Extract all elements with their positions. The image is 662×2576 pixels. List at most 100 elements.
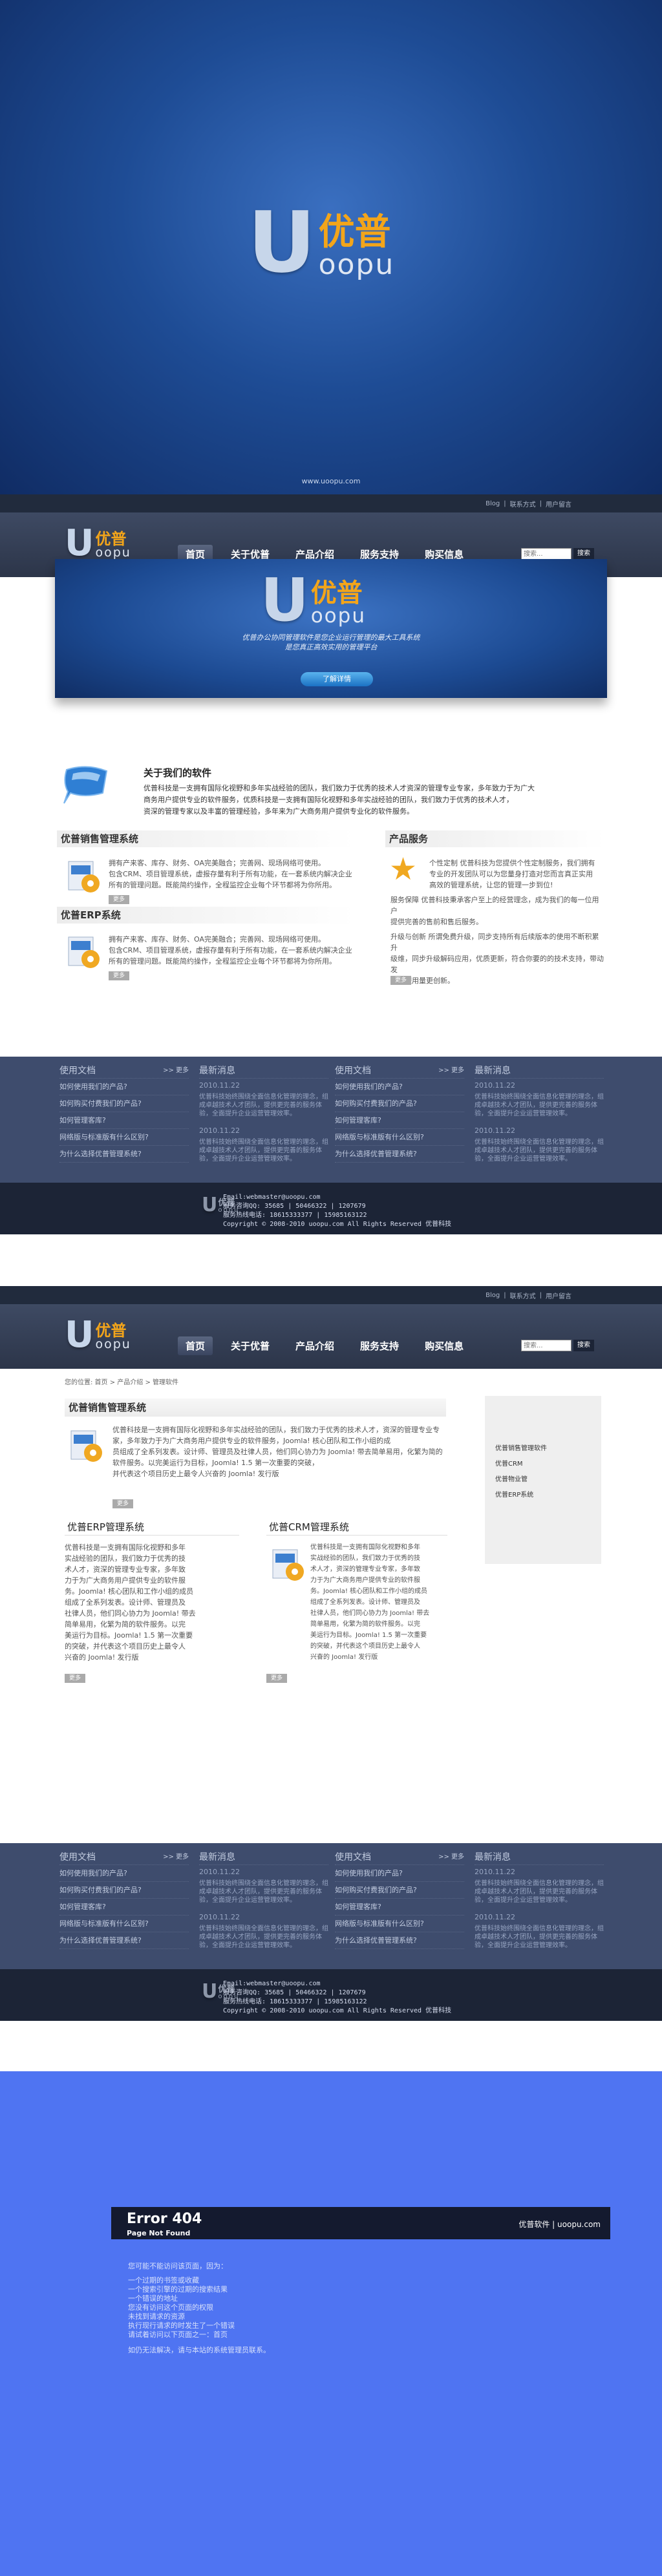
- product-more-button[interactable]: 更多: [112, 1499, 134, 1508]
- footer-doc-link[interactable]: 如何使用我们的产品?: [335, 1865, 464, 1882]
- footer-docs-column: 使用文档 >> 更多 如何使用我们的产品? 如何购买付费我们的产品? 如何管理客库…: [335, 1063, 464, 1163]
- footer-doc-link[interactable]: 如何管理客库?: [59, 1899, 189, 1916]
- topbar-link-guestbook[interactable]: 用户留言: [546, 499, 571, 509]
- sidebar-item-sales[interactable]: 优普销售管理软件: [485, 1441, 601, 1457]
- footer-docs-more-link[interactable]: >> 更多: [438, 1850, 464, 1864]
- sidebar-item-property[interactable]: 优普物业管: [485, 1472, 601, 1488]
- topbar-separator: |: [504, 500, 506, 507]
- error-site-link[interactable]: 优普软件 | uoopu.com: [518, 2219, 601, 2230]
- sidebar-item-crm[interactable]: 优普CRM: [485, 1457, 601, 1472]
- search-input[interactable]: [521, 548, 571, 560]
- topbar-separator: |: [539, 1291, 542, 1299]
- copyright-text: Email:webmaster@uoopu.com 服务咨询QQ: 35685 …: [223, 1193, 451, 1229]
- footer-doc-link[interactable]: 为什么选择优普管理系统?: [335, 1932, 464, 1949]
- news-date: 2010.11.22: [475, 1081, 515, 1090]
- topbar-link-contact[interactable]: 联系方式: [510, 1291, 536, 1300]
- footer-docs-more-link[interactable]: >> 更多: [438, 1063, 464, 1078]
- footer-doc-link[interactable]: 网络版与标准版有什么区别?: [335, 1916, 464, 1932]
- crm-line: 术人才，资深的管理专业专家，多年致: [310, 1566, 420, 1573]
- copyright-email[interactable]: Email:webmaster@uoopu.com: [223, 1193, 451, 1202]
- footer-doc-link[interactable]: 如何管理客库?: [59, 1112, 189, 1129]
- topbar-separator: |: [504, 1291, 506, 1299]
- service-more-button[interactable]: 更多: [390, 976, 412, 985]
- nav-products[interactable]: 产品介绍: [288, 1336, 342, 1355]
- footer-docs-more-link[interactable]: >> 更多: [163, 1850, 189, 1864]
- breadcrumb[interactable]: 您的位置: 首页 > 产品介绍 > 管理软件: [65, 1377, 178, 1386]
- footer-doc-link[interactable]: 如何管理客库?: [335, 1899, 464, 1916]
- footer-doc-link[interactable]: 如何购买付费我们的产品?: [335, 1882, 464, 1899]
- footer-doc-link[interactable]: 如何使用我们的产品?: [59, 1865, 189, 1882]
- news-text[interactable]: 优普科技始终围绕全面信息化管理的理念，组成卓越技术人才团队，提供更完善的服务体验…: [475, 1879, 604, 1905]
- footer-doc-link[interactable]: 如何管理客库?: [335, 1112, 464, 1129]
- erp-line: 包含CRM、项目管理系统，虚报存量有利于所有功能，在一套系统内解决企业: [109, 946, 352, 955]
- sidebar-item-erp[interactable]: 优普ERP系统: [485, 1488, 601, 1503]
- crm-more-button[interactable]: 更多: [266, 1674, 288, 1683]
- nav-home[interactable]: 首页: [178, 1336, 213, 1355]
- copyright-email[interactable]: Email:webmaster@uoopu.com: [223, 1980, 451, 1989]
- footer: 使用文档 >> 更多 如何使用我们的产品? 如何购买付费我们的产品? 如何管理客库…: [0, 1057, 662, 1183]
- error-reason: 您没有访问这个页面的权限: [128, 2303, 213, 2312]
- topbar-link-blog[interactable]: Blog: [486, 500, 500, 507]
- footer-doc-link[interactable]: 网络版与标准版有什么区别?: [335, 1129, 464, 1146]
- erp-more-button[interactable]: 更多: [109, 971, 130, 980]
- nav-about[interactable]: 关于优普: [223, 1336, 277, 1355]
- news-text[interactable]: 优普科技始终围绕全面信息化管理的理念，组成卓越技术人才团队，提供更完善的服务体验…: [475, 1925, 604, 1950]
- sales-more-button[interactable]: 更多: [109, 895, 130, 904]
- footer-doc-link[interactable]: 如何购买付费我们的产品?: [59, 1095, 189, 1112]
- about-text: 优普科技是一支拥有国际化视野和多年实战经验的团队，我们致力于优秀的技术人才资深的…: [144, 783, 583, 818]
- splash-url[interactable]: www.uoopu.com: [0, 477, 662, 485]
- footer-doc-link[interactable]: 如何购买付费我们的产品?: [59, 1882, 189, 1899]
- news-text[interactable]: 优普科技始终围绕全面信息化管理的理念，组成卓越技术人才团队，提供更完善的服务体验…: [199, 1138, 328, 1163]
- product-intro-line: 优普科技是一支拥有国际化视野和多年实战经验的团队，我们致力于优秀的技术人才，资深…: [112, 1426, 440, 1445]
- footer-doc-link[interactable]: 为什么选择优普管理系统?: [59, 1932, 189, 1949]
- erp-more-button[interactable]: 更多: [65, 1674, 86, 1683]
- copyright-phone: 服务咨询QQ: 35685 | 50466322 | 1207679: [223, 1989, 366, 1996]
- header-logo[interactable]: U 优普 oopu: [65, 525, 131, 562]
- footer-doc-link[interactable]: 网络版与标准版有什么区别?: [59, 1916, 189, 1932]
- news-text[interactable]: 优普科技始终围绕全面信息化管理的理念，组成卓越技术人才团队，提供更完善的服务体验…: [475, 1138, 604, 1163]
- footer-docs-column: 使用文档 >> 更多 如何使用我们的产品? 如何购买付费我们的产品? 如何管理客库…: [59, 1850, 189, 1949]
- service-text: 个性定制 优普科技为您提供个性定制服务，我们拥有 专业的开发团队可以为您量身打造…: [390, 858, 604, 986]
- footer-doc-link[interactable]: 如何购买付费我们的产品?: [335, 1095, 464, 1112]
- logo-u-mark: U: [202, 1980, 218, 2003]
- topbar-link-contact[interactable]: 联系方式: [510, 499, 536, 509]
- copyright-tel: 服务热线电话: 18615333377 | 15985163122: [223, 1998, 367, 2005]
- footer-doc-link[interactable]: 如何使用我们的产品?: [59, 1079, 189, 1095]
- error-home-link[interactable]: 请试着访问以下页面之一：首页: [128, 2330, 270, 2339]
- news-text[interactable]: 优普科技始终围绕全面信息化管理的理念，组成卓越技术人才团队，提供更完善的服务体验…: [475, 1093, 604, 1118]
- footer-docs-column: 使用文档 >> 更多 如何使用我们的产品? 如何购买付费我们的产品? 如何管理客库…: [335, 1850, 464, 1949]
- news-text[interactable]: 优普科技始终围绕全面信息化管理的理念，组成卓越技术人才团队，提供更完善的服务体验…: [199, 1879, 328, 1905]
- footer-news-title: 最新消息: [475, 1066, 511, 1076]
- service-line: 服务保障 优普科技秉承客户至上的经营理念，成为我们的每一位用户: [390, 896, 599, 915]
- topbar-link-blog[interactable]: Blog: [486, 1292, 500, 1299]
- speech-bubble-icon: [63, 766, 108, 804]
- footer-docs-more-link[interactable]: >> 更多: [163, 1063, 189, 1078]
- nav-purchase[interactable]: 购买信息: [417, 1336, 471, 1355]
- footer-news-title: 最新消息: [199, 1066, 235, 1076]
- footer-doc-link[interactable]: 为什么选择优普管理系统?: [335, 1146, 464, 1163]
- search-button[interactable]: 搜索: [573, 548, 594, 560]
- error-code: Error 404: [127, 2211, 202, 2227]
- search-input[interactable]: [521, 1340, 571, 1351]
- software-box-icon: [68, 861, 100, 892]
- footer-doc-link[interactable]: 如何使用我们的产品?: [335, 1079, 464, 1095]
- header-logo[interactable]: U 优普 oopu: [65, 1317, 131, 1353]
- topbar-link-guestbook[interactable]: 用户留言: [546, 1291, 571, 1300]
- copyright-line: Copyright © 2008-2010 uoopu.com All Righ…: [223, 2007, 452, 2014]
- splash-logo[interactable]: U 优普 oopu: [248, 200, 394, 284]
- banner-learn-more-button[interactable]: 了解详情: [301, 672, 373, 686]
- footer-doc-link[interactable]: 为什么选择优普管理系统?: [59, 1146, 189, 1163]
- news-text[interactable]: 优普科技始终围绕全面信息化管理的理念，组成卓越技术人才团队，提供更完善的服务体验…: [199, 1093, 328, 1118]
- nav-support[interactable]: 服务支持: [352, 1336, 407, 1355]
- top-bar: Blog | 联系方式 | 用户留言: [0, 494, 662, 512]
- news-text[interactable]: 优普科技始终围绕全面信息化管理的理念，组成卓越技术人才团队，提供更完善的服务体验…: [199, 1925, 328, 1950]
- service-line: 级维，同步升级解码应用，优质更新，符合你要的的技术支持，带动发: [390, 955, 604, 974]
- service-line: 专业的开发团队可以为您量身打造对您而言真正实用: [429, 870, 593, 878]
- main-nav: 首页 关于优普 产品介绍 服务支持 购买信息: [178, 1336, 471, 1355]
- search-button[interactable]: 搜索: [573, 1340, 594, 1351]
- crm-line: 简单易用，化繁为简的软件服务。以完: [310, 1621, 420, 1628]
- footer-news-column: 最新消息 2010.11.22 优普科技始终围绕全面信息化管理的理念，组成卓越技…: [199, 1850, 328, 1956]
- news-date: 2010.11.22: [199, 1081, 240, 1090]
- footer-doc-link[interactable]: 网络版与标准版有什么区别?: [59, 1129, 189, 1146]
- header: U 优普 oopu 首页 关于优普 产品介绍 服务支持 购买信息 搜索: [0, 1304, 662, 1369]
